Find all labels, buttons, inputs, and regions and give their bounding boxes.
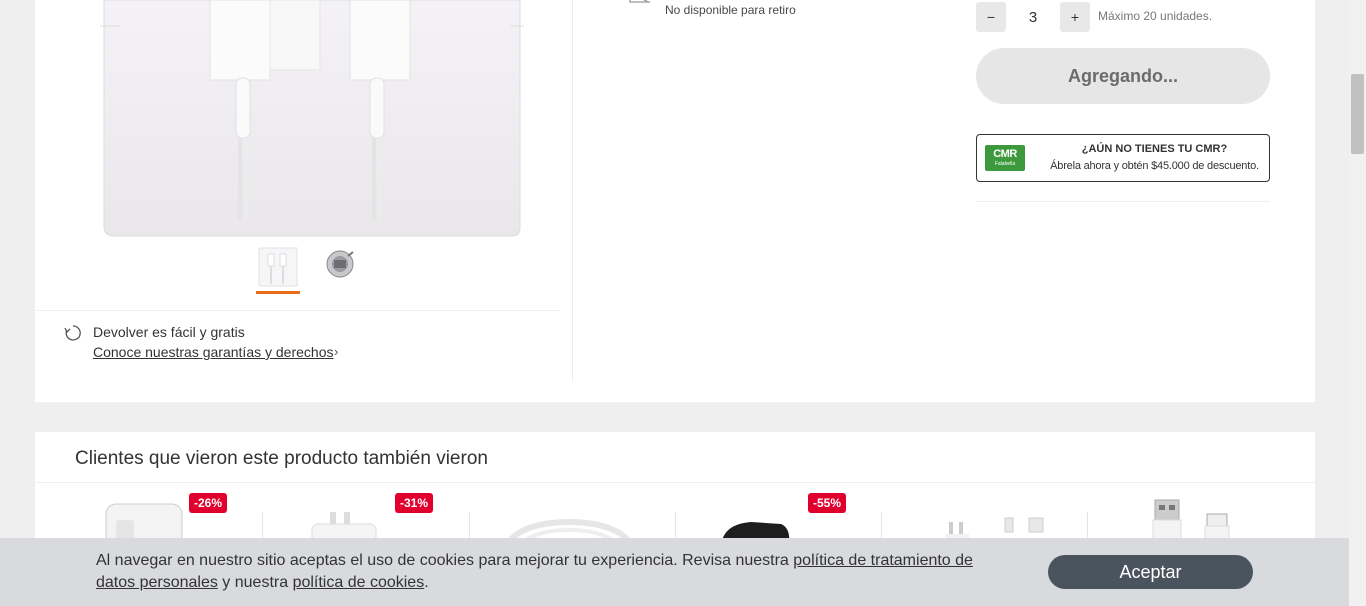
- pickup-availability: No disponible para retiro: [628, 0, 888, 22]
- cookie-text-end: .: [424, 574, 429, 591]
- recommendations-title: Clientes que vieron este producto tambié…: [75, 448, 488, 469]
- returns-title: Devolver es fácil y gratis: [93, 324, 245, 340]
- quantity-decrease-button[interactable]: −: [976, 2, 1006, 32]
- guarantees-link[interactable]: Conoce nuestras garantías y derechos: [93, 344, 333, 360]
- quantity-max-text: Máximo 20 unidades.: [1098, 9, 1213, 23]
- cmr-logo-subtext: Falabella: [994, 161, 1016, 167]
- right-column-divider: [976, 201, 1270, 202]
- discount-badge: -55%: [808, 493, 847, 513]
- box-thumbnail-image: [258, 247, 298, 287]
- column-divider: [572, 0, 573, 382]
- quantity-increase-button[interactable]: +: [1060, 2, 1090, 32]
- discount-badge: -31%: [395, 493, 434, 513]
- cookie-policy-link[interactable]: política de cookies: [293, 574, 425, 591]
- cmr-logo: CMR Falabella: [985, 145, 1025, 171]
- cookie-text-middle: y nuestra: [217, 574, 293, 591]
- product-main-image[interactable]: [100, 0, 524, 238]
- cmr-title: ¿AÚN NO TIENES TU CMR?: [1081, 143, 1228, 155]
- adapter-thumbnail-image: [326, 250, 354, 278]
- chevron-right-icon[interactable]: ›: [334, 344, 338, 359]
- quantity-input[interactable]: 3: [1006, 2, 1060, 32]
- store-unavailable-icon: [629, 0, 650, 3]
- cookie-message: Al navegar en nuestro sitio aceptas el u…: [96, 550, 1016, 594]
- cmr-logo-text: CMR: [993, 148, 1017, 160]
- cookie-text-before: Al navegar en nuestro sitio aceptas el u…: [96, 552, 794, 569]
- thumbnail-box[interactable]: [256, 246, 300, 294]
- scrollbar-thumb[interactable]: [1351, 74, 1364, 154]
- returns-section: Devolver es fácil y gratis Conoce nuestr…: [64, 322, 364, 367]
- cmr-promo-banner[interactable]: CMR Falabella ¿AÚN NO TIENES TU CMR? Ábr…: [976, 134, 1270, 182]
- accept-cookies-button[interactable]: Aceptar: [1048, 555, 1253, 589]
- pickup-status-text: No disponible para retiro: [665, 3, 796, 17]
- discount-badge: -26%: [189, 493, 228, 513]
- add-to-cart-button[interactable]: Agregando...: [976, 48, 1270, 104]
- gallery-divider: [36, 310, 560, 311]
- return-icon: [64, 325, 81, 341]
- recommendations-divider: [35, 482, 1315, 483]
- thumbnail-strip: [256, 246, 376, 294]
- cmr-subtitle: Ábrela ahora y obtén $45.000 de descuent…: [1050, 160, 1259, 172]
- cookie-banner: Al navegar en nuestro sitio aceptas el u…: [0, 538, 1349, 606]
- thumbnail-adapter[interactable]: [322, 246, 366, 290]
